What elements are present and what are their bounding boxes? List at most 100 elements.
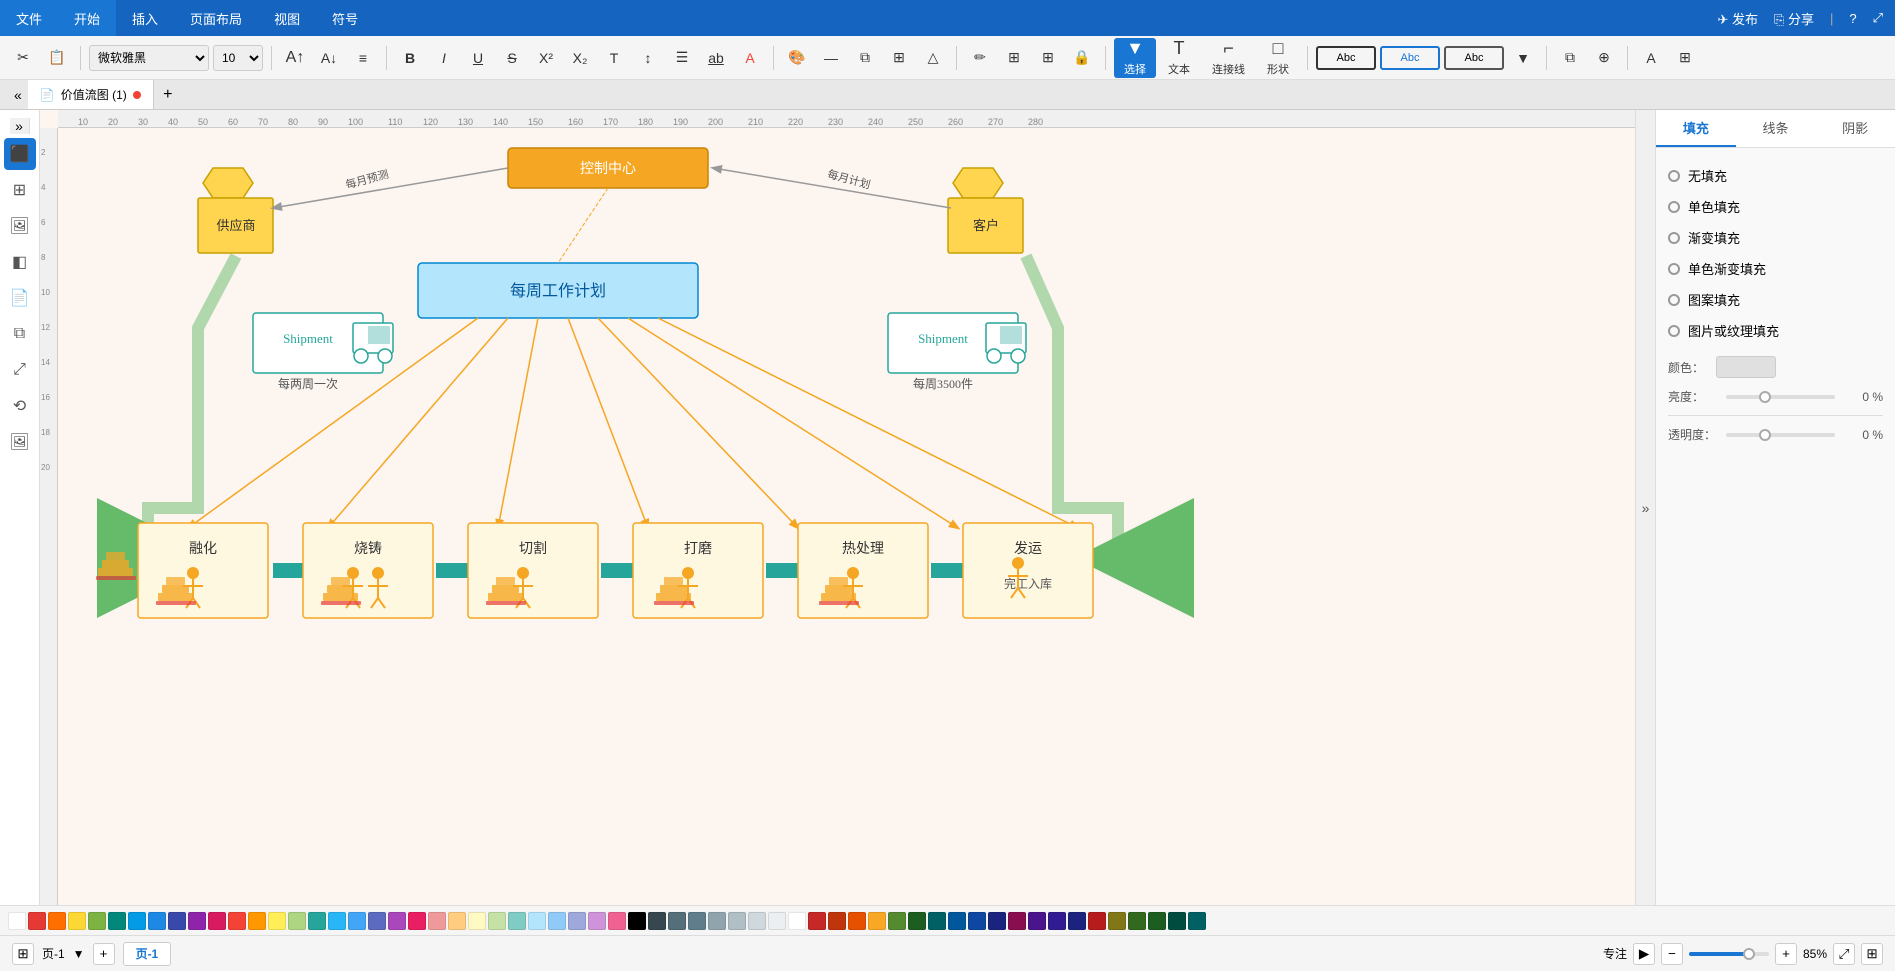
fill-mono-gradient-option[interactable]: 单色渐变填充 <box>1668 253 1883 284</box>
palette-color[interactable] <box>588 912 606 930</box>
underline2-btn[interactable]: ab <box>701 43 731 73</box>
zoom-slider[interactable] <box>1689 952 1769 956</box>
menu-symbol[interactable]: 符号 <box>316 0 374 36</box>
image2-sidebar-btn[interactable]: 🖼 <box>4 426 36 458</box>
palette-color[interactable] <box>748 912 766 930</box>
palette-color[interactable] <box>1108 912 1126 930</box>
grid-sidebar-btn[interactable]: ⊞ <box>4 174 36 206</box>
bold-btn[interactable]: B <box>395 43 425 73</box>
line-height-btn[interactable]: ↕ <box>633 43 663 73</box>
palette-color[interactable] <box>628 912 646 930</box>
fill-tab[interactable]: 填充 <box>1656 110 1736 147</box>
left-expand-btn[interactable]: » <box>10 118 30 134</box>
expand-btn[interactable]: ⤢ <box>1873 10 1883 26</box>
palette-color[interactable] <box>1028 912 1046 930</box>
fill-solid-radio[interactable] <box>1668 201 1680 213</box>
image-sidebar-btn[interactable]: 🖼 <box>4 210 36 242</box>
font-color-btn[interactable]: A <box>735 43 765 73</box>
menu-insert[interactable]: 插入 <box>116 0 174 36</box>
palette-color[interactable] <box>988 912 1006 930</box>
palette-color[interactable] <box>308 912 326 930</box>
fill-gradient-radio[interactable] <box>1668 232 1680 244</box>
palette-color[interactable] <box>1168 912 1186 930</box>
underline-btn[interactable]: U <box>463 43 493 73</box>
fill-pattern-radio[interactable] <box>1668 294 1680 306</box>
tab-value-stream[interactable]: 📄 价值流图 (1) <box>28 80 154 109</box>
palette-color[interactable] <box>948 912 966 930</box>
palette-color[interactable] <box>548 912 566 930</box>
shape-tool-btn[interactable]: □ 形状 <box>1257 38 1299 78</box>
palette-color[interactable] <box>688 912 706 930</box>
fill-color-btn[interactable]: 🎨 <box>782 43 812 73</box>
fill-image-radio[interactable] <box>1668 325 1680 337</box>
palette-color[interactable] <box>1128 912 1146 930</box>
page-1-tab[interactable]: 页-1 <box>123 942 172 966</box>
zoom-in-btn[interactable]: + <box>1775 943 1797 965</box>
brightness-thumb[interactable] <box>1759 391 1771 403</box>
group-btn[interactable]: ⊞ <box>884 43 914 73</box>
palette-color[interactable] <box>248 912 266 930</box>
extra-btn[interactable]: ⊕ <box>1589 43 1619 73</box>
palette-color[interactable] <box>228 912 246 930</box>
palette-color[interactable] <box>348 912 366 930</box>
fill-pattern-option[interactable]: 图案填充 <box>1668 284 1883 315</box>
palette-color[interactable] <box>328 912 346 930</box>
palette-color[interactable] <box>28 912 46 930</box>
palette-color[interactable] <box>168 912 186 930</box>
italic-btn[interactable]: I <box>429 43 459 73</box>
strikethrough-btn[interactable]: S <box>497 43 527 73</box>
fill-mono-gradient-radio[interactable] <box>1668 263 1680 275</box>
palette-color[interactable] <box>428 912 446 930</box>
fill-solid-option[interactable]: 单色填充 <box>1668 191 1883 222</box>
cut-btn[interactable]: ✂ <box>8 43 38 73</box>
palette-color[interactable] <box>1068 912 1086 930</box>
palette-color[interactable] <box>268 912 286 930</box>
palette-color[interactable] <box>8 912 26 930</box>
style-preset-2[interactable]: Abc <box>1380 46 1440 70</box>
palette-color[interactable] <box>928 912 946 930</box>
fit-btn[interactable]: ⤢ <box>1833 943 1855 965</box>
palette-color[interactable] <box>708 912 726 930</box>
play-btn[interactable]: ▶ <box>1633 943 1655 965</box>
history-sidebar-btn[interactable]: ⟲ <box>4 390 36 422</box>
palette-color[interactable] <box>1048 912 1066 930</box>
arrange2-btn[interactable]: ⧉ <box>1555 43 1585 73</box>
frame-btn[interactable]: ⊞ <box>12 943 34 965</box>
palette-color[interactable] <box>128 912 146 930</box>
palette-color[interactable] <box>788 912 806 930</box>
paint-btn[interactable]: A <box>1636 43 1666 73</box>
style-preset-1[interactable]: Abc <box>1316 46 1376 70</box>
shadow-tab[interactable]: 阴影 <box>1815 110 1895 147</box>
palette-color[interactable] <box>388 912 406 930</box>
palette-color[interactable] <box>468 912 486 930</box>
font-size-inc-btn[interactable]: A↑ <box>280 43 310 73</box>
palette-color[interactable] <box>1088 912 1106 930</box>
palette-color[interactable] <box>828 912 846 930</box>
tab-nav-left[interactable]: « <box>8 87 28 103</box>
font-family-select[interactable]: 微软雅黑 <box>89 45 209 71</box>
palette-color[interactable] <box>48 912 66 930</box>
fill-gradient-option[interactable]: 渐变填充 <box>1668 222 1883 253</box>
font-size-select[interactable]: 10 <box>213 45 263 71</box>
fill-image-option[interactable]: 图片或纹理填充 <box>1668 315 1883 346</box>
list-btn[interactable]: ☰ <box>667 43 697 73</box>
menu-page-layout[interactable]: 页面布局 <box>174 0 258 36</box>
doc-sidebar-btn[interactable]: 📄 <box>4 282 36 314</box>
publish-btn[interactable]: ✈ 发布 <box>1717 9 1758 28</box>
palette-color[interactable] <box>448 912 466 930</box>
palette-color[interactable] <box>968 912 986 930</box>
fill-none-radio[interactable] <box>1668 170 1680 182</box>
zoom-thumb[interactable] <box>1743 948 1755 960</box>
more-styles-btn[interactable]: ▼ <box>1508 43 1538 73</box>
palette-color[interactable] <box>648 912 666 930</box>
eraser-btn[interactable]: ⊞ <box>999 43 1029 73</box>
fill-none-option[interactable]: 无填充 <box>1668 160 1883 191</box>
palette-color[interactable] <box>288 912 306 930</box>
palette-color[interactable] <box>188 912 206 930</box>
superscript-btn[interactable]: X² <box>531 43 561 73</box>
line-style-btn[interactable]: ― <box>816 43 846 73</box>
palette-color[interactable] <box>848 912 866 930</box>
palette-color[interactable] <box>768 912 786 930</box>
arrange-btn[interactable]: ⧉ <box>850 43 880 73</box>
palette-color[interactable] <box>148 912 166 930</box>
